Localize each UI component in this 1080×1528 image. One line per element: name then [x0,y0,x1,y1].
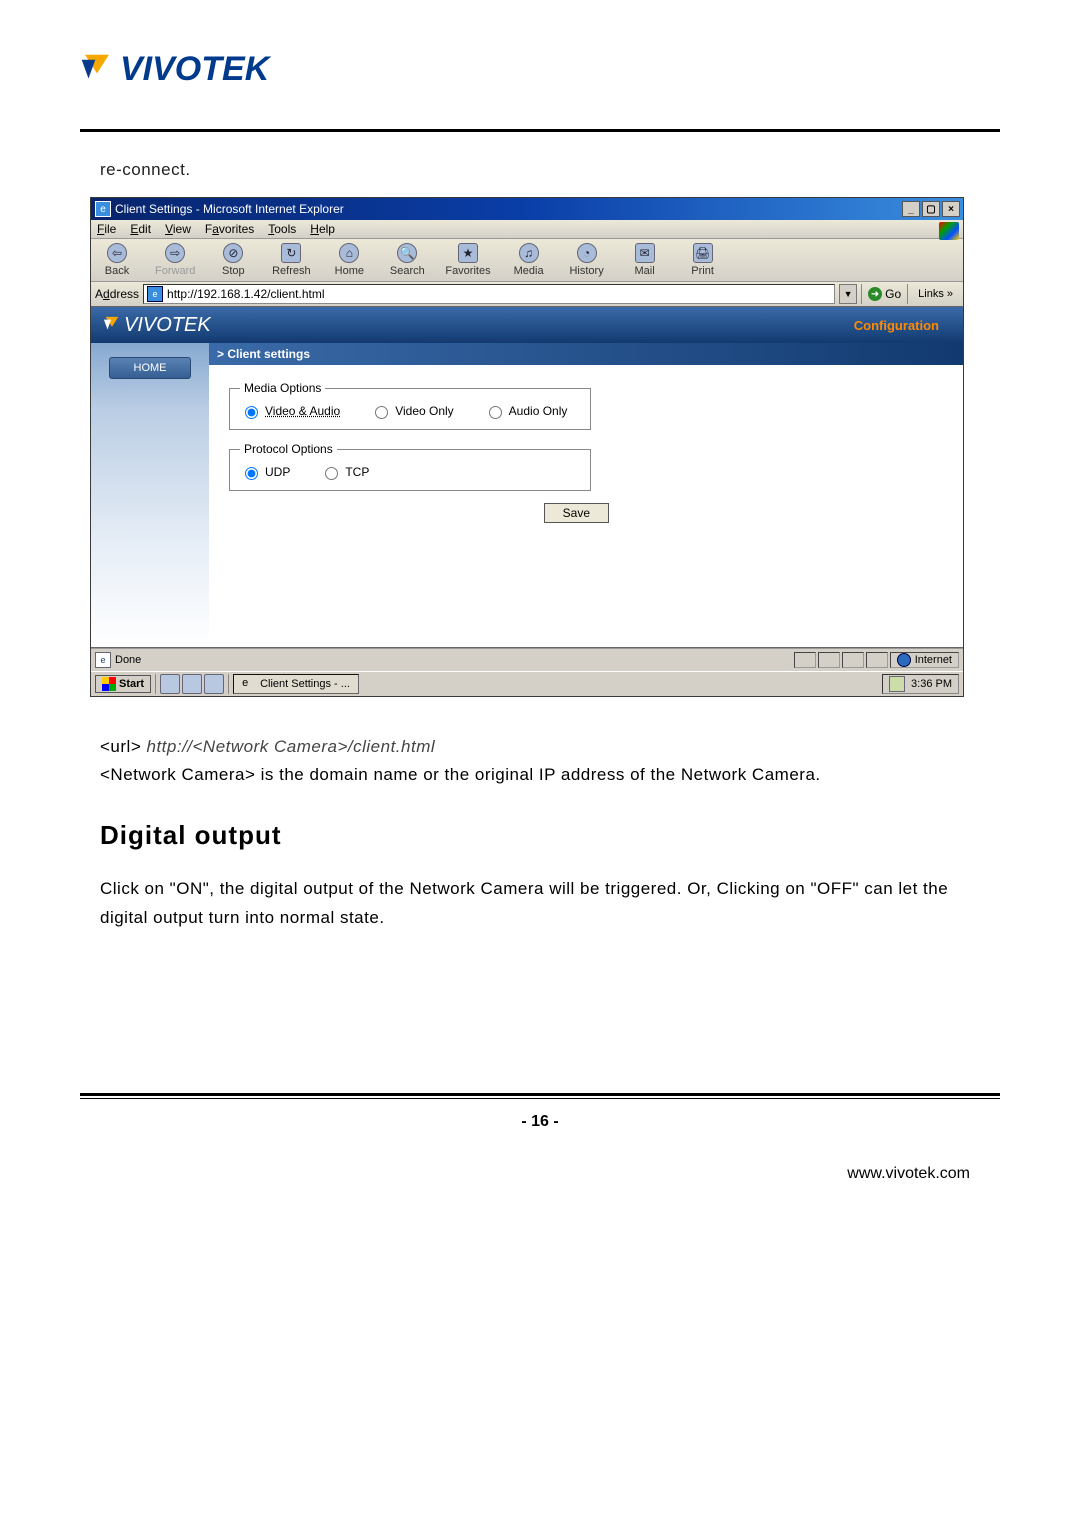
go-icon: ➜ [868,287,882,301]
header-divider [80,129,1000,132]
menu-help[interactable]: Help [310,222,335,236]
logo-text: VIVOTEK [120,50,269,89]
configuration-link[interactable]: Configuration [854,318,939,333]
status-done: Done [115,654,141,666]
media-options-group: Media Options Video & Audio Video Only A… [229,381,591,430]
top-banner: VIVOTEK Configuration [91,307,963,343]
maximize-button[interactable]: ▢ [922,201,940,217]
close-button[interactable]: × [942,201,960,217]
globe-icon [897,653,911,667]
quick-launch-icon[interactable] [160,674,180,694]
status-pane [794,652,816,668]
menu-tools[interactable]: Tools [268,222,296,236]
url-description: <Network Camera> is the domain name or t… [100,761,980,790]
window-title: Client Settings - Microsoft Internet Exp… [115,202,344,216]
status-zone: Internet [915,654,952,666]
menu-favorites[interactable]: Favorites [205,222,254,236]
protocol-options-legend: Protocol Options [240,442,337,456]
windows-flag-icon [939,222,959,240]
quick-launch [155,674,229,694]
address-field[interactable]: e http://192.168.1.42/client.html [143,284,835,304]
menu-file[interactable]: File [97,222,116,236]
address-dropdown[interactable]: ▼ [839,284,857,304]
section-paragraph: Click on "ON", the digital output of the… [100,875,980,933]
system-tray: 3:36 PM [882,674,959,694]
section-heading: Digital output [100,820,1000,851]
address-label: Address [95,287,139,301]
reconnect-text: re-connect. [100,156,1000,183]
footer-divider-thick [80,1093,1000,1096]
favorites-button[interactable]: ★Favorites [445,243,490,277]
media-video-audio[interactable]: Video & Audio [240,403,340,419]
titlebar: e Client Settings - Microsoft Internet E… [91,198,963,220]
task-item[interactable]: e Client Settings - ... [233,674,359,694]
protocol-udp[interactable]: UDP [240,464,290,480]
save-button[interactable]: Save [544,503,609,523]
status-pane [818,652,840,668]
status-pane [866,652,888,668]
banner-logo: VIVOTEK [103,314,211,337]
ie-page-icon: e [147,286,163,302]
taskbar: Start e Client Settings - ... 3:36 PM [91,671,963,696]
media-audio-only[interactable]: Audio Only [484,403,568,419]
media-video-only[interactable]: Video Only [370,403,453,419]
minimize-button[interactable]: _ [902,201,920,217]
quick-launch-icon[interactable] [182,674,202,694]
start-button[interactable]: Start [95,675,151,693]
menubar: File Edit View Favorites Tools Help [91,220,963,239]
refresh-button[interactable]: ↻Refresh [271,243,311,277]
links-label[interactable]: Links » [912,288,959,300]
protocol-tcp[interactable]: TCP [320,464,369,480]
history-button[interactable]: ◔History [567,243,607,277]
print-button[interactable]: 🖨Print [683,243,723,277]
status-bar: e Done Internet [91,648,963,671]
page-content: VIVOTEK Configuration HOME > Client sett… [91,307,963,648]
home-button[interactable]: ⌂Home [329,243,369,277]
tray-clock: 3:36 PM [911,678,952,690]
home-nav-button[interactable]: HOME [109,357,191,379]
protocol-options-group: Protocol Options UDP TCP [229,442,591,491]
media-options-legend: Media Options [240,381,325,395]
menu-edit[interactable]: Edit [130,222,151,236]
status-page-icon: e [95,652,111,668]
address-bar: Address e http://192.168.1.42/client.htm… [91,282,963,307]
url-line: <url> http://<Network Camera>/client.htm… [100,737,1000,757]
search-button[interactable]: 🔍Search [387,243,427,277]
media-button[interactable]: ♫Media [509,243,549,277]
toolbar: ⇦Back ⇨Forward ⊘Stop ↻Refresh ⌂Home 🔍Sea… [91,239,963,282]
footer-site: www.vivotek.com [80,1165,1000,1183]
ie-window: e Client Settings - Microsoft Internet E… [90,197,964,697]
footer-divider-thin [80,1098,1000,1099]
header-logo: VIVOTEK [80,50,1000,89]
sidebar: HOME [91,307,209,647]
back-button[interactable]: ⇦Back [97,243,137,277]
forward-button[interactable]: ⇨Forward [155,243,195,277]
client-settings-header: > Client settings [209,343,963,365]
stop-button[interactable]: ⊘Stop [213,243,253,277]
go-button[interactable]: ➜ Go [861,284,908,304]
tray-icon[interactable] [889,676,905,692]
quick-launch-icon[interactable] [204,674,224,694]
address-url: http://192.168.1.42/client.html [167,287,324,301]
ie-task-icon: e [242,677,256,691]
mail-button[interactable]: ✉Mail [625,243,665,277]
logo-mark-icon [80,52,114,88]
status-pane [842,652,864,668]
windows-logo-icon [102,677,116,691]
ie-app-icon: e [95,201,111,217]
page-number: - 16 - [80,1113,1000,1131]
menu-view[interactable]: View [165,222,191,236]
